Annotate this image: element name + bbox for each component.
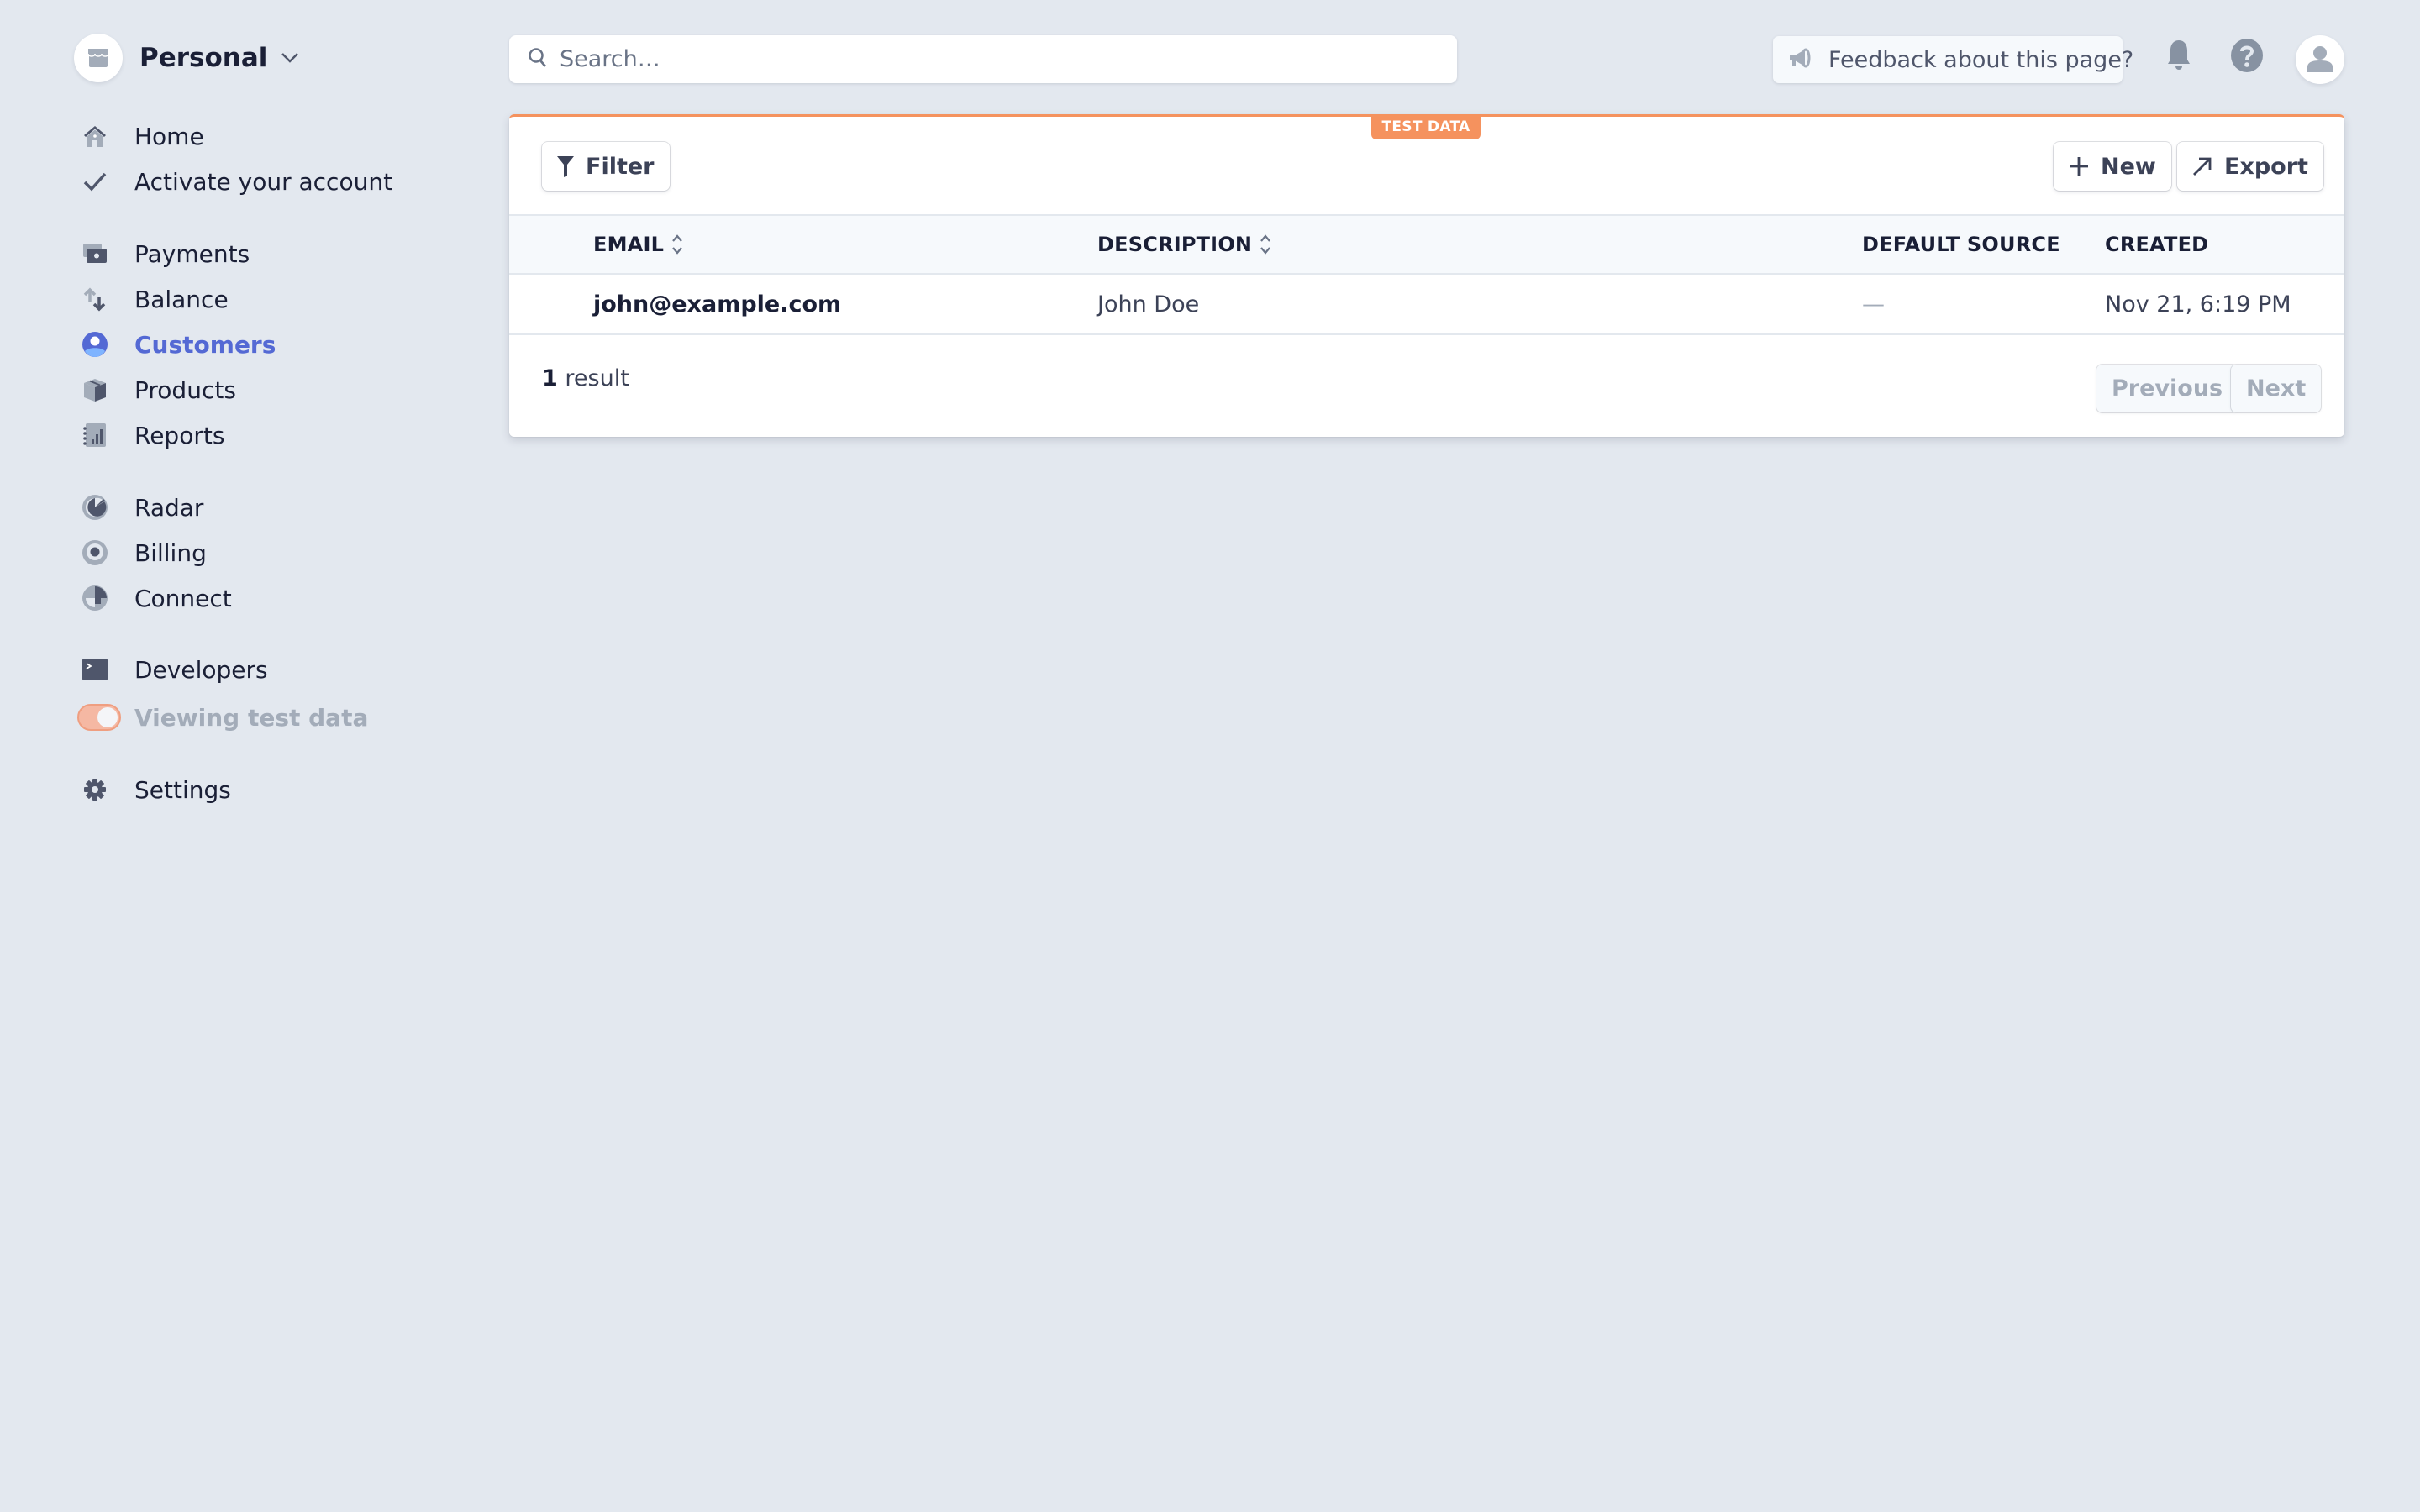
column-header-label: CREATED	[2105, 233, 2209, 256]
check-icon	[81, 167, 109, 196]
new-customer-button[interactable]: New	[2054, 142, 2171, 191]
sidebar-item-customers[interactable]: Customers	[81, 326, 434, 363]
sidebar-item-developers[interactable]: Developers	[81, 651, 434, 688]
notifications-button[interactable]	[2160, 39, 2197, 76]
reports-icon	[81, 421, 109, 449]
sidebar-item-label: Reports	[134, 421, 225, 449]
home-icon	[81, 122, 109, 150]
connect-icon	[81, 584, 109, 612]
sidebar-item-label: Customers	[134, 330, 276, 359]
sidebar-item-label: Activate your account	[134, 167, 393, 196]
test-data-toggle[interactable]	[77, 704, 121, 731]
sidebar-item-reports[interactable]: Reports	[81, 417, 434, 454]
user-icon	[2306, 44, 2334, 76]
search-icon	[528, 47, 548, 72]
test-data-toggle-row[interactable]: Viewing test data	[77, 699, 430, 736]
column-header-label: EMAIL	[593, 233, 665, 256]
feedback-button[interactable]: Feedback about this page?	[1773, 36, 2133, 83]
billing-icon	[81, 538, 109, 567]
help-button[interactable]	[2228, 39, 2265, 76]
megaphone-icon	[1788, 47, 1815, 72]
sidebar-item-label: Home	[134, 122, 204, 150]
filter-label: Filter	[586, 153, 655, 180]
export-button[interactable]: Export	[2177, 142, 2323, 191]
account-name: Personal	[139, 43, 268, 73]
next-page-button[interactable]: Next	[2231, 365, 2322, 412]
search-input[interactable]	[560, 46, 1417, 72]
store-icon	[74, 34, 123, 82]
filter-icon	[557, 155, 574, 177]
customer-default-source: —	[1862, 291, 1885, 318]
arrow-up-right-icon	[2192, 156, 2212, 176]
sidebar-item-balance[interactable]: Balance	[81, 281, 434, 318]
bell-icon	[2165, 39, 2192, 76]
export-label: Export	[2224, 153, 2308, 180]
test-data-badge: TEST DATA	[1371, 114, 1481, 139]
customers-icon	[81, 330, 109, 359]
column-header-label: DEFAULT SOURCE	[1862, 233, 2060, 256]
sidebar-item-activate[interactable]: Activate your account	[81, 163, 434, 200]
table-header: EMAIL DESCRIPTION DEFAULT SOURCE CREATED	[509, 214, 2344, 275]
sidebar-item-settings[interactable]: Settings	[81, 771, 434, 808]
sidebar-item-label: Billing	[134, 538, 207, 567]
account-switcher[interactable]: Personal	[74, 34, 299, 82]
gear-icon	[81, 775, 109, 804]
sidebar-item-radar[interactable]: Radar	[81, 489, 434, 526]
sidebar-item-label: Products	[134, 375, 236, 404]
customer-email: john@example.com	[593, 291, 842, 318]
radar-icon	[81, 493, 109, 522]
products-icon	[81, 375, 109, 404]
user-avatar[interactable]	[2296, 35, 2344, 84]
filter-button[interactable]: Filter	[542, 142, 670, 191]
customers-table-card: TEST DATA Filter New Export EMAIL DESCRI…	[509, 114, 2344, 437]
sidebar-item-label: Settings	[134, 775, 231, 804]
customer-description: John Doe	[1097, 291, 1200, 318]
chevron-down-icon	[281, 52, 299, 64]
column-header-email[interactable]: EMAIL	[593, 216, 684, 273]
previous-page-button[interactable]: Previous	[2096, 365, 2238, 412]
sidebar-item-label: Viewing test data	[134, 703, 369, 732]
sidebar-item-products[interactable]: Products	[81, 371, 434, 408]
sidebar-item-payments[interactable]: Payments	[81, 235, 434, 272]
sidebar-item-label: Developers	[134, 655, 268, 684]
new-label: New	[2101, 153, 2156, 180]
help-icon	[2230, 38, 2264, 76]
sidebar-item-label: Payments	[134, 239, 250, 268]
sort-icon	[671, 234, 684, 255]
column-header-default-source: DEFAULT SOURCE	[1862, 216, 2060, 273]
customer-created: Nov 21, 6:19 PM	[2105, 291, 2291, 318]
search-bar[interactable]	[509, 35, 1457, 83]
balance-icon	[81, 285, 109, 313]
sort-icon	[1259, 234, 1272, 255]
sidebar-item-connect[interactable]: Connect	[81, 580, 434, 617]
result-count-label: result	[565, 365, 629, 391]
sidebar-item-billing[interactable]: Billing	[81, 534, 434, 571]
plus-icon	[2069, 156, 2089, 176]
sidebar-item-home[interactable]: Home	[81, 118, 434, 155]
sidebar-item-label: Radar	[134, 493, 204, 522]
column-header-description[interactable]: DESCRIPTION	[1097, 216, 1272, 273]
column-header-label: DESCRIPTION	[1097, 233, 1253, 256]
column-header-created: CREATED	[2105, 216, 2208, 273]
table-row[interactable]: john@example.com John Doe — Nov 21, 6:19…	[509, 275, 2344, 335]
result-count: 1 result	[542, 365, 629, 391]
payments-icon	[81, 239, 109, 268]
feedback-label: Feedback about this page?	[1828, 46, 2134, 73]
result-count-number: 1	[542, 365, 558, 391]
terminal-icon	[81, 655, 109, 684]
sidebar-item-label: Connect	[134, 584, 232, 612]
sidebar-item-label: Balance	[134, 285, 229, 313]
